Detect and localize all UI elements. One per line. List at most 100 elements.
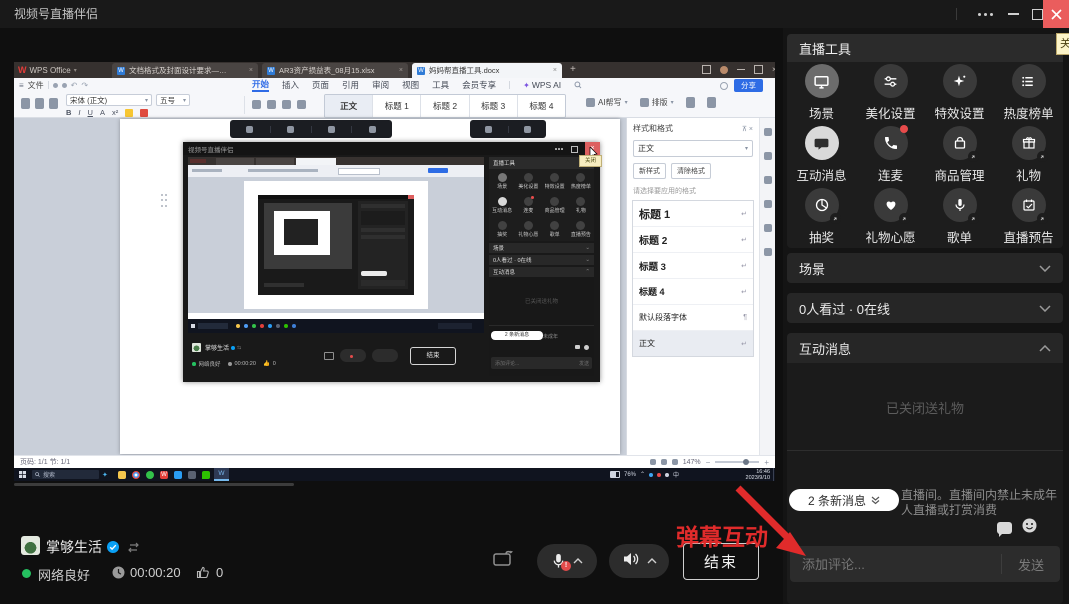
tool-gifts[interactable]: 礼物	[994, 124, 1063, 186]
chat-toolbar	[997, 518, 1037, 538]
wps-style-list: 标题 1↵ 标题 2↵ 标题 3↵ 标题 4↵ 默认段落字体¶ 正文↵	[632, 200, 754, 357]
messages-section-bar[interactable]: 互动消息	[787, 333, 1063, 363]
screen-share-icon[interactable]	[492, 548, 518, 573]
tool-interactive-messages[interactable]: 互动消息	[787, 124, 856, 186]
annotation-label: 弹幕互动	[676, 518, 768, 552]
wps-file-menu: 文件	[28, 80, 44, 91]
chat-divider	[787, 450, 1063, 451]
mic-alert-badge: !	[561, 561, 571, 571]
live-tools-grid: 场景 美化设置 特效设置 热度榜单 互动消息	[787, 62, 1063, 248]
wps-statusbar: 页码: 1/1 节: 1/1 147% − +	[14, 455, 775, 468]
taskbar-qq-icon	[174, 471, 182, 479]
scene-icon	[805, 64, 839, 98]
app-titlebar: 视频号直播伴侣	[0, 0, 1069, 28]
scene-section-bar[interactable]: 场景	[787, 253, 1063, 283]
chat-panel: 已关闭送礼物 直播间。直播间内禁止未成年 人直播或打赏消费 2 条新消息 发送	[787, 363, 1063, 604]
wps-new-tab-icon: +	[570, 64, 576, 75]
ranking-list-icon	[1012, 64, 1046, 98]
nested-new-messages-pill: 2 条新消息	[491, 331, 543, 340]
external-link-icon	[830, 213, 841, 224]
tool-gift-wishes[interactable]: 礼物心愿	[856, 186, 925, 248]
close-button[interactable]	[1043, 0, 1069, 28]
speaker-icon	[622, 551, 640, 572]
external-link-icon	[968, 213, 979, 224]
microphone-button[interactable]: !	[537, 544, 597, 578]
lottery-wheel-icon	[805, 188, 839, 222]
tool-scene[interactable]: 场景	[787, 62, 856, 124]
cortana-icon: ✦	[102, 471, 108, 479]
live-preview-stage: W WPS Office ▾ W文档格式及封面设计要求—…× WAR3资产损益表…	[14, 62, 775, 481]
notification-dot	[900, 125, 908, 133]
send-button[interactable]: 发送	[1002, 555, 1060, 574]
bottom-bar: 掌够生活 网络良好 00:00:20 0 ! 结束	[0, 520, 783, 604]
wps-clear-format-button: 清除格式	[671, 163, 711, 179]
wps-ai-label: WPS AI	[532, 80, 561, 90]
tool-effects-settings[interactable]: 特效设置	[925, 62, 994, 124]
minimize-button[interactable]	[1000, 0, 1026, 28]
shopping-bag-icon	[943, 126, 977, 160]
wps-picture-toolbar	[230, 120, 392, 138]
external-link-icon	[968, 151, 979, 162]
double-chevron-down-icon	[871, 496, 880, 505]
nested-titlebar: 视频号直播伴侣 ×	[183, 142, 600, 155]
tool-product-management[interactable]: 商品管理	[925, 124, 994, 186]
emoji-icon[interactable]	[1022, 518, 1037, 538]
wps-font-select: 宋体 (正文)▾	[66, 94, 152, 106]
tool-co-stream[interactable]: 连麦	[856, 124, 925, 186]
start-button-icon	[19, 471, 26, 478]
nested-sidebar: 直播工具 场景 美化设置 特效设置 热度榜单 互动消息 连麦 商品管理 礼物 抽…	[489, 157, 594, 378]
more-icon	[978, 13, 993, 16]
app-title: 视频号直播伴侣	[14, 0, 98, 28]
live-tools-header: 直播工具	[799, 39, 851, 58]
microphone-icon: !	[551, 552, 566, 571]
chevron-up-icon	[647, 558, 657, 564]
wps-fontsize-select: 五号▾	[156, 94, 190, 106]
speaker-button[interactable]	[609, 544, 669, 578]
wps-paragraph-buttons	[252, 100, 306, 109]
wps-new-style-button: 新样式	[633, 163, 666, 179]
nested-app-window: 视频号直播伴侣 × 关闭	[183, 142, 600, 382]
new-messages-pill[interactable]: 2 条新消息	[789, 489, 899, 511]
wps-home-tab: W WPS Office ▾	[18, 62, 77, 78]
chevron-down-icon	[1039, 305, 1051, 312]
external-link-icon	[1037, 151, 1048, 162]
phone-icon	[874, 126, 908, 160]
taskbar-wechat-icon	[202, 471, 210, 479]
taskbar-chrome-icon	[132, 471, 140, 479]
wps-toolbar: 宋体 (正文)▾ 五号▾ BIUAx² 正文 标题 1 标题 2 标题 3 标题…	[14, 92, 775, 118]
external-link-icon	[1037, 213, 1048, 224]
viewers-section-bar[interactable]: 0人看过 · 0在线	[787, 293, 1063, 323]
calendar-icon	[1012, 188, 1046, 222]
tool-live-preview[interactable]: 直播预告	[994, 186, 1063, 248]
wps-share-button: 分享	[734, 79, 763, 92]
nested-close-tooltip: 关闭	[579, 155, 602, 167]
switch-account-icon[interactable]	[127, 540, 140, 558]
clock-icon	[112, 566, 125, 584]
comment-input[interactable]	[790, 557, 1001, 572]
tool-lottery[interactable]: 抽奖	[787, 186, 856, 248]
wps-font-style-buttons: BIUAx²	[66, 108, 148, 117]
wps-tabbar: W WPS Office ▾ W文档格式及封面设计要求—…× WAR3资产损益表…	[14, 62, 775, 78]
wps-image-handle	[161, 194, 169, 208]
taskbar-app-icon-2	[188, 471, 196, 479]
taskbar-app-icon	[146, 471, 154, 479]
nested-taskbar	[188, 319, 484, 333]
heart-icon	[874, 188, 908, 222]
comment-bubble-icon[interactable]	[997, 522, 1012, 534]
minimize-icon	[1008, 13, 1019, 15]
taskbar-search: 搜索	[32, 470, 99, 479]
live-tools-sidebar: 直播工具 场景 美化设置 特效设置 热度榜单	[783, 28, 1069, 604]
wps-ribbon-right: AI帮写▾ 排版▾	[586, 97, 716, 108]
preview-scrollbar[interactable]	[14, 483, 294, 486]
system-notice: 直播间。直播间内禁止未成年 人直播或打赏消费	[901, 488, 1059, 516]
tool-beauty-settings[interactable]: 美化设置	[856, 62, 925, 124]
titlebar-divider	[956, 8, 957, 20]
wps-picture-toolbar-2	[470, 120, 546, 138]
verified-badge-icon	[107, 540, 119, 558]
tool-song-list[interactable]: 歌单	[925, 186, 994, 248]
more-menu-button[interactable]	[972, 0, 998, 28]
tool-heat-ranking[interactable]: 热度榜单	[994, 62, 1063, 124]
wps-window-controls: ×	[702, 65, 775, 74]
wps-doc-tab-2: WAR3资产损益表_08月15.xlsx×	[262, 63, 408, 78]
chevron-down-icon	[1039, 265, 1051, 272]
